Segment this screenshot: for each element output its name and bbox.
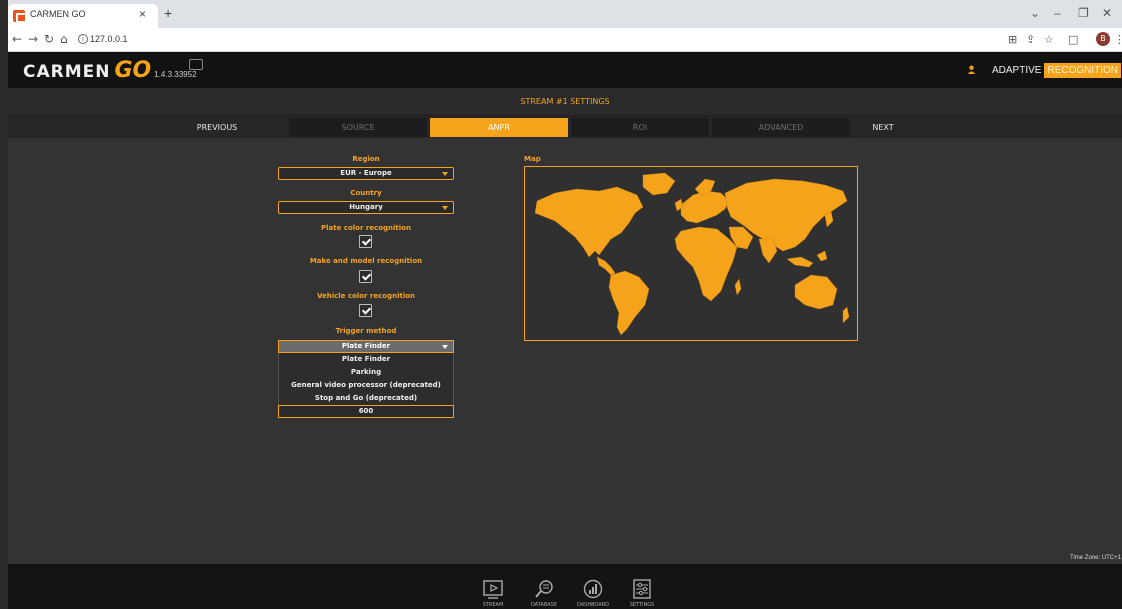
bookmark-star-icon[interactable]: ☆ <box>1044 33 1054 46</box>
tab-roi[interactable]: ROI <box>571 118 709 137</box>
country-label: Country <box>350 189 382 197</box>
side-panel-icon[interactable]: □ <box>1068 33 1078 46</box>
home-icon[interactable]: ⌂ <box>60 32 68 46</box>
next-button[interactable]: NEXT <box>853 118 913 137</box>
region-value: EUR - Europe <box>340 169 392 177</box>
reload-icon[interactable]: ↻ <box>44 32 54 46</box>
chevron-down-icon <box>442 206 448 210</box>
translate-icon[interactable]: ⊞ <box>1008 33 1017 46</box>
share-icon[interactable]: ⇪ <box>1026 33 1035 46</box>
dropdown-option[interactable]: Plate Finder <box>279 353 453 366</box>
plate-color-label: Plate color recognition <box>321 224 411 232</box>
tab-anpr[interactable]: ANPR <box>430 118 568 137</box>
map-label: Map <box>524 155 541 163</box>
nav-dashboard-label: DASHBOARD <box>576 602 610 608</box>
nav-stream[interactable]: STREAM <box>473 564 513 609</box>
database-icon <box>535 580 553 598</box>
chevron-down-icon <box>442 345 448 349</box>
step-navigation: PREVIOUS SOURCE ANPR ROI ADVANCED NEXT <box>8 116 1122 138</box>
carmen-go-logo: CARMEN GO 1.4.3.33952 <box>23 58 197 83</box>
url-field[interactable]: 127.0.0.1 <box>90 34 128 44</box>
country-select[interactable]: Hungary <box>278 201 454 214</box>
app-header: CARMEN GO 1.4.3.33952 ADAPTIVE RECOGNITI… <box>8 52 1122 88</box>
new-tab-button[interactable]: + <box>164 5 172 21</box>
browser-address-bar: ← → ↻ ⌂ i 127.0.0.1 ⊞ ⇪ ☆ □ B ⋮ <box>8 28 1122 52</box>
tab-advanced[interactable]: ADVANCED <box>712 118 850 137</box>
trigger-method-value: Plate Finder <box>341 342 391 350</box>
bottom-navigation: STREAM DATABASE DASHBOARD SETTINGS <box>8 564 1122 609</box>
stream-icon <box>483 580 503 599</box>
make-model-checkbox[interactable] <box>359 270 372 283</box>
browser-tab-bar: CARMEN GO × + ⌄ – ❐ ✕ <box>8 0 1122 28</box>
carmen-favicon-icon <box>13 10 26 23</box>
nav-stream-label: STREAM <box>482 602 504 608</box>
app-version: 1.4.3.33952 <box>154 70 197 79</box>
trigger-method-label: Trigger method <box>335 327 397 335</box>
settings-sliders-icon <box>633 579 651 599</box>
nav-database[interactable]: DATABASE <box>524 564 564 609</box>
minimize-icon[interactable]: – <box>1054 6 1061 20</box>
tab-source[interactable]: SOURCE <box>289 118 427 137</box>
forward-icon[interactable]: → <box>28 32 38 46</box>
timezone-label: Time Zone: UTC+1 <box>1070 555 1121 561</box>
country-value: Hungary <box>349 203 383 211</box>
settings-title-bar: STREAM #1 SETTINGS <box>8 88 1122 116</box>
tab-search-icon[interactable]: ⌄ <box>1030 6 1040 20</box>
plate-color-checkbox[interactable] <box>359 235 372 248</box>
profile-avatar[interactable]: B <box>1096 32 1110 46</box>
chevron-down-icon <box>442 172 448 176</box>
adaptive-recognition-logo: ADAPTIVE RECOGNITION <box>989 63 1122 78</box>
logo-text: CARMEN <box>23 62 111 82</box>
previous-button[interactable]: PREVIOUS <box>148 118 286 137</box>
back-icon[interactable]: ← <box>12 32 22 46</box>
nav-dashboard[interactable]: DASHBOARD <box>573 564 613 609</box>
dashboard-icon <box>583 579 603 599</box>
brand-right: RECOGNITION <box>1044 63 1122 78</box>
browser-tab[interactable]: CARMEN GO × <box>8 4 158 28</box>
nav-settings-label: SETTINGS <box>629 602 655 608</box>
logo-go-text: GO <box>114 58 152 83</box>
vehicle-color-label: Vehicle color recognition <box>316 292 416 300</box>
nav-database-label: DATABASE <box>530 602 558 608</box>
nav-settings[interactable]: SETTINGS <box>622 564 662 609</box>
value-field[interactable]: 600 <box>278 405 454 418</box>
trigger-method-options: Plate Finder Parking General video proce… <box>278 353 454 405</box>
world-map-image <box>534 172 850 336</box>
brand-left: ADAPTIVE <box>992 65 1042 76</box>
dropdown-option[interactable]: Parking <box>279 366 453 379</box>
dropdown-option[interactable]: General video processor (deprecated) <box>279 379 453 392</box>
region-select[interactable]: EUR - Europe <box>278 167 454 180</box>
close-window-icon[interactable]: ✕ <box>1102 6 1112 20</box>
trigger-method-select[interactable]: Plate Finder <box>278 340 454 353</box>
dropdown-option[interactable]: Stop and Go (deprecated) <box>279 392 453 405</box>
user-icon[interactable] <box>967 65 976 74</box>
chat-icon[interactable] <box>189 59 203 70</box>
site-info-icon[interactable]: i <box>78 34 88 44</box>
tab-title: CARMEN GO <box>30 9 86 19</box>
app-frame: CARMEN GO × + ⌄ – ❐ ✕ ← → ↻ ⌂ i 127.0.0.… <box>8 0 1122 609</box>
region-map[interactable] <box>524 166 858 341</box>
page-title: STREAM #1 SETTINGS <box>520 97 610 106</box>
tab-close-icon[interactable]: × <box>139 7 146 21</box>
make-model-label: Make and model recognition <box>309 257 423 265</box>
region-label: Region <box>352 155 380 163</box>
restore-icon[interactable]: ❐ <box>1078 6 1089 20</box>
menu-icon[interactable]: ⋮ <box>1114 33 1122 46</box>
vehicle-color-checkbox[interactable] <box>359 304 372 317</box>
